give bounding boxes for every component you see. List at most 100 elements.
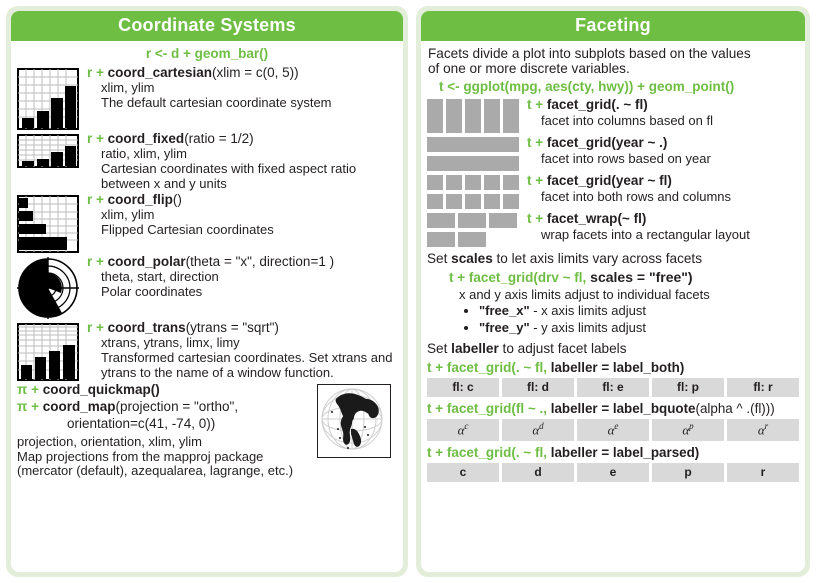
coord-flip-prefix: r + xyxy=(87,192,104,208)
alpha-base-5: α xyxy=(757,422,765,438)
pi-symbol: π xyxy=(17,382,28,398)
coordinate-systems-panel: Coordinate Systems r <- d + geom_bar() r… xyxy=(6,6,408,577)
labeller-bquote-tail: (alpha ^ .(fl))) xyxy=(695,400,775,416)
facet-item-rows: t + facet_grid(year ~ .) facet into rows… xyxy=(426,134,799,171)
polar-pie-thumbnail xyxy=(17,257,79,320)
faceting-intro-line1: Facets divide a plot into subplots based… xyxy=(427,46,751,61)
coord-quickmap-args: () xyxy=(150,382,160,398)
labeller-parsed-table: c d e p r xyxy=(426,463,799,483)
labeller-bquote-cell-1: αc xyxy=(426,418,499,442)
coord-map-desc-2: (mercator (default), azequalarea, lagran… xyxy=(17,463,294,479)
labeller-parsed-green: t + facet_grid(. ~ fl, xyxy=(426,445,548,461)
facet-setup-code: t <- ggplot(mpg, aes(cty, hwy)) + geom_p… xyxy=(438,78,735,94)
facet-grid-prefix: t + xyxy=(526,172,544,188)
coord-fixed-args: (ratio = 1/2) xyxy=(184,131,254,146)
coord-polar-fn: coord_polar xyxy=(107,254,186,270)
labeller-both-cell-2: fl: d xyxy=(501,377,574,397)
coord-trans-prefix: r + xyxy=(87,320,104,336)
coord-map-desc-1: Map projections from the mapproj package xyxy=(17,448,264,464)
coord-item-cartesian: r + coord_cartesian(xlim = c(0, 5)) xlim… xyxy=(17,65,397,130)
labeller-parsed-cell-5: r xyxy=(726,463,799,483)
coord-flip-desc: Flipped Cartesian coordinates xyxy=(101,222,274,238)
alpha-exp-3: e xyxy=(614,420,619,431)
scales-heading-bold: scales xyxy=(451,250,493,266)
faceting-intro: Facets divide a plot into subplots based… xyxy=(427,43,799,79)
facet-rows-args: (year ~ .) xyxy=(611,134,668,150)
labeller-parsed-cell-2: d xyxy=(501,463,574,483)
labeller-parsed-cell-3: e xyxy=(576,463,649,483)
facet-wrap-prefix: t + xyxy=(526,210,544,226)
facet-rows-prefix: t + xyxy=(526,134,544,150)
coord-map-args-line1: (projection = "ortho", xyxy=(115,399,239,415)
labeller-bquote-green: t + facet_grid(fl ~ ., xyxy=(426,400,548,416)
coord-polar-params: theta, start, direction xyxy=(101,269,219,285)
plus-symbol-2: + xyxy=(31,399,39,415)
labeller-parsed-cell-4: p xyxy=(651,463,724,483)
coord-cartesian-args: (xlim = c(0, 5)) xyxy=(211,65,299,80)
coord-polar-prefix: r + xyxy=(87,254,104,270)
facet-columns-fn: facet_grid xyxy=(546,96,612,112)
facet-grid-thumbnail xyxy=(426,174,519,209)
coord-trans-params: xtrans, ytrans, limx, limy xyxy=(101,335,240,351)
scales-code-green: t + facet_grid(drv ~ fl, xyxy=(448,269,587,285)
coord-flip-fn: coord_flip xyxy=(107,192,173,208)
labeller-bquote-cell-3: αe xyxy=(576,418,649,442)
coord-item-fixed: r + coord_fixed(ratio = 1/2) ratio, xlim… xyxy=(17,131,397,191)
globe-orthographic-icon xyxy=(316,384,391,459)
coord-fixed-prefix: r + xyxy=(87,131,104,146)
coord-map-args-line2-wrap: orientation=c(41, -74, 0)) xyxy=(67,416,313,433)
faceting-panel: Faceting Facets divide a plot into subpl… xyxy=(415,6,810,577)
plus-symbol: + xyxy=(31,382,39,398)
coord-cartesian-params: xlim, ylim xyxy=(101,80,155,96)
facet-grid-fn: facet_grid xyxy=(546,172,612,188)
labeller-heading: Set labeller to adjust facet labels xyxy=(427,341,799,356)
labeller-both-green: t + facet_grid(. ~ fl, xyxy=(426,359,548,375)
coord-cartesian-desc: The default cartesian coordinate system xyxy=(101,95,332,111)
facet-grid-desc: facet into both rows and columns xyxy=(540,189,732,205)
coord-cartesian-fn: coord_cartesian xyxy=(107,65,212,80)
labeller-parsed-code: t + facet_grid(. ~ fl, labeller = label_… xyxy=(427,445,799,461)
coord-item-polar: r + coord_polar(theta = "x", direction=1… xyxy=(17,254,397,320)
facet-item-grid: t + facet_grid(year ~ fl) facet into bot… xyxy=(426,172,799,209)
pi-symbol-2: π xyxy=(17,399,28,415)
labeller-bquote-table: αc αd αe αp αr xyxy=(426,418,799,442)
coord-setup-code: r <- d + geom_bar() xyxy=(145,46,269,61)
bar-chart-thumbnail xyxy=(17,68,79,130)
labeller-both-cell-5: fl: r xyxy=(726,377,799,397)
alpha-exp-5: r xyxy=(764,420,769,431)
coord-trans-args: (ytrans = "sqrt") xyxy=(185,320,279,336)
facet-columns-args: (. ~ fl) xyxy=(611,96,648,112)
labeller-bquote-code: t + facet_grid(fl ~ ., labeller = label_… xyxy=(427,401,799,417)
coord-trans-fn: coord_trans xyxy=(107,320,186,336)
labeller-both-bold: labeller = label_both xyxy=(547,359,680,375)
coord-map-args-line2: orientation=c(41, -74, 0)) xyxy=(67,415,216,431)
coord-fixed-fn: coord_fixed xyxy=(107,131,185,146)
facet-columns-prefix: t + xyxy=(526,96,544,112)
facet-rows-thumbnail xyxy=(426,136,519,171)
coord-map-section: π + coord_quickmap() π + coord_map(proje… xyxy=(17,382,397,478)
facet-columns-thumbnail xyxy=(426,98,519,133)
facet-rows-desc: facet into rows based on year xyxy=(540,151,711,167)
coord-polar-args: (theta = "x", direction=1 ) xyxy=(185,254,335,270)
facet-wrap-desc: wrap facets into a rectangular layout xyxy=(540,227,750,243)
labeller-both-table: fl: c fl: d fl: e fl: p fl: r xyxy=(426,377,799,397)
scales-code-line: t + facet_grid(drv ~ fl, scales = "free"… xyxy=(449,268,799,287)
scales-bullet-free-y: "free_y" - y axis limits adjust xyxy=(479,320,799,337)
labeller-heading-pre: Set xyxy=(426,340,452,356)
scales-bullet-free-x-rest: - x axis limits adjust xyxy=(529,302,646,318)
facet-item-columns: t + facet_grid(. ~ fl) facet into column… xyxy=(426,96,799,133)
coord-cartesian-prefix: r + xyxy=(87,65,104,80)
facet-item-wrap: t + facet_wrap(~ fl) wrap facets into a … xyxy=(426,210,799,247)
coord-polar-desc: Polar coordinates xyxy=(101,284,203,300)
labeller-heading-post: to adjust facet labels xyxy=(498,340,627,356)
coord-quickmap-line: π + coord_quickmap() xyxy=(17,382,313,399)
coord-fixed-params: ratio, xlim, ylim xyxy=(101,146,187,162)
scales-code-bold: scales = "free") xyxy=(586,268,693,285)
panel-title-faceting: Faceting xyxy=(420,11,805,41)
labeller-parsed-tail: ) xyxy=(694,445,700,461)
coord-flip-args: () xyxy=(172,192,182,208)
labeller-bquote-cell-4: αp xyxy=(651,418,724,442)
coord-map-line: π + coord_map(projection = "ortho", xyxy=(17,399,313,416)
scales-heading-post: to let axis limits vary across facets xyxy=(492,250,702,266)
labeller-both-tail: ) xyxy=(679,359,685,375)
